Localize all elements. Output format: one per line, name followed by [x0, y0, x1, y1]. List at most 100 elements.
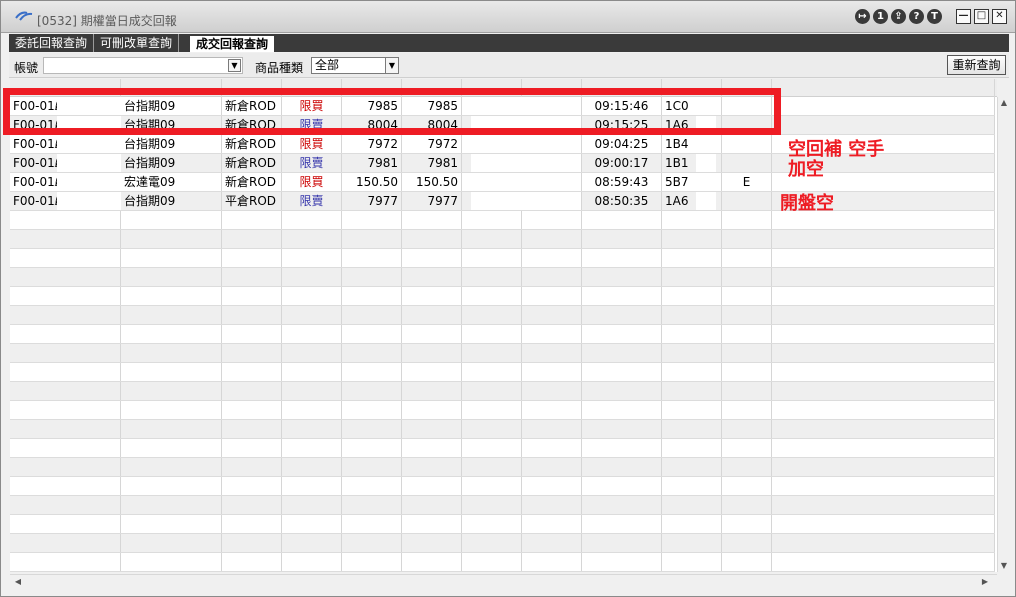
one-icon[interactable]: 1 — [873, 9, 888, 24]
table-row[interactable] — [10, 439, 995, 458]
table-row[interactable] — [10, 230, 995, 249]
table-cell-time: 08:59:43 — [582, 173, 662, 191]
table-cell-account — [10, 306, 121, 324]
table-cell-product: 台指期09 — [121, 154, 222, 172]
scroll-down-icon[interactable]: ▼ — [998, 560, 1010, 572]
table-cell-side — [282, 477, 342, 495]
redaction-mask — [696, 154, 716, 172]
table-cell-time — [582, 211, 662, 229]
table-cell-price — [342, 268, 402, 286]
table-row[interactable] — [10, 382, 995, 401]
table-row[interactable]: F00-01ℓ 宏達電09 新倉ROD 限買 150.50 150.50 08:59:43 5… — [10, 173, 995, 192]
table-cell-order-no — [662, 458, 722, 476]
table-cell — [522, 553, 582, 571]
table-cell-account — [10, 363, 121, 381]
scroll-left-icon[interactable]: ◀ — [12, 576, 24, 588]
product-dropdown-icon[interactable]: ▼ — [385, 58, 398, 73]
maximize-button[interactable]: □ — [974, 9, 989, 24]
title-bar: [0532] 期權當日成交回報 ↦ 1 ⇪ ? T — □ ✕ — [1, 1, 1015, 33]
table-cell-flag — [722, 230, 772, 248]
table-cell-price — [342, 230, 402, 248]
table-cell — [772, 287, 995, 305]
table-row[interactable] — [10, 268, 995, 287]
table-cell-account — [10, 515, 121, 533]
vertical-scrollbar[interactable]: ▲ ▼ — [997, 97, 1009, 572]
screenshot-icon[interactable]: ⇪ — [891, 9, 906, 24]
table-cell — [462, 306, 522, 324]
table-row[interactable] — [10, 249, 995, 268]
topmost-icon[interactable]: T — [927, 9, 942, 24]
table-row[interactable] — [10, 363, 995, 382]
table-cell-time — [582, 249, 662, 267]
annotation-open-short: 開盤空 — [780, 193, 834, 214]
product-type-select[interactable]: 全部 ▼ — [311, 57, 399, 74]
account-dropdown-icon[interactable]: ▼ — [228, 59, 241, 72]
export-icon[interactable]: ↦ — [855, 9, 870, 24]
table-cell-position: 新倉ROD — [222, 135, 282, 153]
horizontal-scrollbar[interactable]: ◀ ▶ — [10, 574, 997, 588]
table-cell — [462, 287, 522, 305]
table-cell-price — [342, 382, 402, 400]
redaction-mask — [57, 135, 121, 153]
table-cell-product — [121, 306, 222, 324]
table-cell-account — [10, 458, 121, 476]
table-row[interactable] — [10, 306, 995, 325]
scroll-right-icon[interactable]: ▶ — [979, 576, 991, 588]
table-cell-flag — [722, 192, 772, 210]
table-cell-side — [282, 344, 342, 362]
table-cell-side — [282, 306, 342, 324]
close-button[interactable]: ✕ — [992, 9, 1007, 24]
table-cell-order-no — [662, 515, 722, 533]
table-row[interactable] — [10, 287, 995, 306]
table-cell-time — [582, 496, 662, 514]
table-cell-product — [121, 439, 222, 457]
table-row[interactable] — [10, 325, 995, 344]
table-cell-order-no — [662, 553, 722, 571]
table-row[interactable] — [10, 458, 995, 477]
table-row[interactable] — [10, 496, 995, 515]
table-cell-fill-price — [402, 496, 462, 514]
column-header[interactable] — [772, 79, 995, 97]
table-row[interactable]: F00-01ℓ 台指期09 平倉ROD 限賣 7977 7977 08:50:35 1A6 — [10, 192, 995, 211]
help-icon[interactable]: ? — [909, 9, 924, 24]
table-cell-fill-price: 7981 — [402, 154, 462, 172]
tab-modifiable-orders[interactable]: 可刪改單查詢 — [94, 34, 180, 52]
table-cell-account — [10, 553, 121, 571]
tab-order-report[interactable]: 委託回報查詢 — [9, 34, 95, 52]
table-cell-flag — [722, 249, 772, 267]
minimize-button[interactable]: — — [956, 9, 971, 24]
table-cell — [462, 458, 522, 476]
refresh-query-button[interactable]: 重新查詢 — [947, 55, 1006, 75]
table-cell-product — [121, 249, 222, 267]
table-row[interactable] — [10, 211, 995, 230]
table-row[interactable] — [10, 515, 995, 534]
table-row[interactable] — [10, 401, 995, 420]
scroll-up-icon[interactable]: ▲ — [998, 97, 1010, 109]
table-cell-flag: E — [722, 173, 772, 191]
table-row[interactable] — [10, 420, 995, 439]
table-cell-time: 09:00:17 — [582, 154, 662, 172]
table-cell-order-no — [662, 306, 722, 324]
table-cell-side: 限買 — [282, 135, 342, 153]
table-cell-price — [342, 211, 402, 229]
table-cell-account — [10, 382, 121, 400]
table-cell-flag — [722, 287, 772, 305]
table-cell-time — [582, 515, 662, 533]
table-row[interactable] — [10, 534, 995, 553]
table-cell-position — [222, 420, 282, 438]
table-row[interactable] — [10, 477, 995, 496]
table-cell — [462, 439, 522, 457]
tab-fill-report[interactable]: 成交回報查詢 — [189, 35, 276, 52]
table-cell-fill-price — [402, 344, 462, 362]
account-select[interactable]: ▼ — [43, 57, 243, 74]
table-cell-time — [582, 439, 662, 457]
table-cell-side — [282, 553, 342, 571]
product-type-value: 全部 — [315, 58, 340, 72]
table-cell-price — [342, 420, 402, 438]
table-cell-position — [222, 306, 282, 324]
table-cell — [772, 401, 995, 419]
table-cell-time — [582, 306, 662, 324]
table-row[interactable] — [10, 553, 995, 572]
table-row[interactable] — [10, 344, 995, 363]
table-cell — [772, 458, 995, 476]
